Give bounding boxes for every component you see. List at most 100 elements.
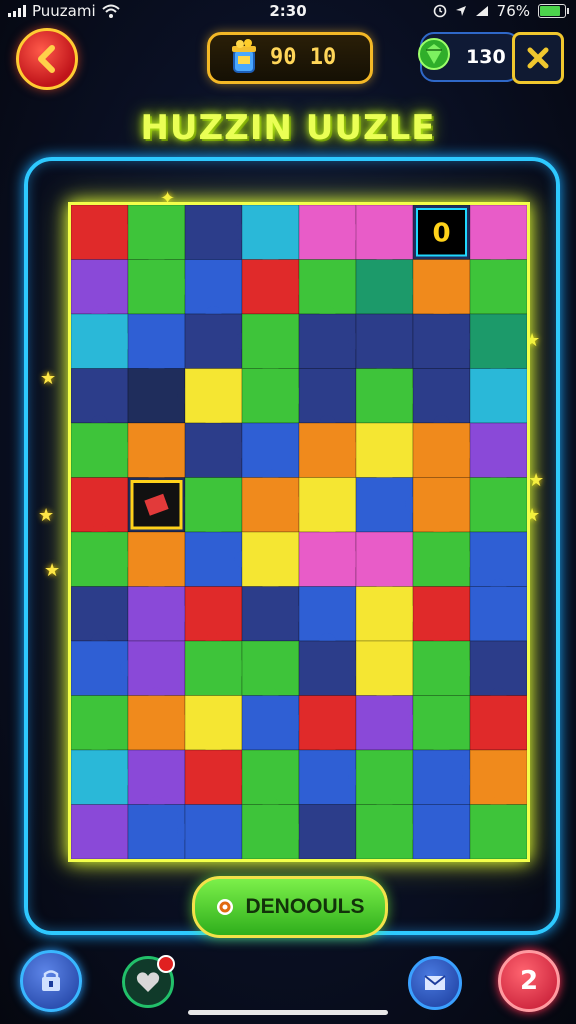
puzzle-piece[interactable] [298, 695, 357, 751]
puzzle-piece[interactable] [127, 313, 186, 369]
puzzle-piece[interactable] [241, 804, 300, 860]
puzzle-piece[interactable] [469, 368, 527, 424]
puzzle-piece[interactable] [412, 695, 471, 751]
puzzle-piece[interactable] [298, 259, 357, 315]
puzzle-piece[interactable] [355, 259, 414, 315]
puzzle-piece[interactable] [241, 640, 300, 696]
lives-button[interactable] [122, 955, 175, 1008]
puzzle-piece[interactable] [184, 477, 243, 533]
puzzle-piece[interactable] [355, 640, 414, 696]
puzzle-piece[interactable] [469, 695, 527, 751]
level-button[interactable]: 2 [498, 950, 560, 1012]
puzzle-piece[interactable] [469, 477, 527, 533]
puzzle-piece[interactable] [127, 531, 186, 587]
puzzle-piece[interactable] [184, 586, 243, 642]
puzzle-piece[interactable] [355, 422, 414, 478]
puzzle-piece[interactable] [412, 313, 471, 369]
puzzle-piece[interactable] [412, 586, 471, 642]
puzzle-piece[interactable] [71, 313, 129, 369]
puzzle-piece[interactable] [127, 586, 186, 642]
puzzle-piece[interactable] [298, 586, 357, 642]
puzzle-piece[interactable] [241, 695, 300, 751]
puzzle-piece[interactable] [298, 640, 357, 696]
puzzle-piece[interactable] [469, 531, 527, 587]
puzzle-piece[interactable] [469, 205, 527, 260]
puzzle-piece[interactable] [355, 586, 414, 642]
puzzle-piece[interactable] [127, 259, 186, 315]
puzzle-piece[interactable] [184, 259, 243, 315]
puzzle-piece[interactable] [241, 313, 300, 369]
puzzle-piece[interactable] [241, 749, 300, 805]
puzzle-piece[interactable] [127, 205, 186, 260]
puzzle-piece[interactable] [412, 749, 471, 805]
demo-button[interactable]: DENOOULS [192, 876, 388, 938]
puzzle-piece[interactable] [127, 749, 186, 805]
puzzle-piece[interactable] [412, 531, 471, 587]
puzzle-piece[interactable] [127, 640, 186, 696]
puzzle-piece[interactable] [355, 313, 414, 369]
puzzle-piece[interactable] [71, 640, 129, 696]
back-button[interactable] [16, 28, 78, 90]
puzzle-piece[interactable] [184, 749, 243, 805]
puzzle-piece[interactable] [412, 422, 471, 478]
puzzle-piece[interactable] [355, 749, 414, 805]
puzzle-grid[interactable]: 0 [71, 205, 527, 859]
puzzle-piece[interactable] [241, 531, 300, 587]
puzzle-piece[interactable] [184, 422, 243, 478]
puzzle-piece[interactable] [71, 259, 129, 315]
puzzle-piece[interactable] [298, 422, 357, 478]
puzzle-piece[interactable] [241, 477, 300, 533]
puzzle-piece[interactable] [412, 477, 471, 533]
puzzle-piece[interactable] [241, 586, 300, 642]
puzzle-piece[interactable] [469, 259, 527, 315]
close-button[interactable] [512, 32, 564, 84]
puzzle-piece[interactable] [355, 695, 414, 751]
puzzle-piece[interactable] [412, 640, 471, 696]
puzzle-piece[interactable] [71, 804, 129, 860]
puzzle-piece[interactable] [469, 804, 527, 860]
puzzle-piece[interactable] [184, 695, 243, 751]
puzzle-piece[interactable] [184, 313, 243, 369]
puzzle-piece[interactable] [298, 313, 357, 369]
puzzle-piece[interactable] [184, 368, 243, 424]
puzzle-piece[interactable] [127, 422, 186, 478]
mail-button[interactable] [408, 956, 462, 1010]
puzzle-piece[interactable] [71, 368, 129, 424]
puzzle-piece[interactable] [298, 531, 357, 587]
puzzle-piece[interactable] [127, 368, 186, 424]
puzzle-piece[interactable] [298, 368, 357, 424]
puzzle-piece[interactable] [298, 205, 357, 260]
puzzle-piece[interactable] [127, 695, 186, 751]
puzzle-piece[interactable] [355, 368, 414, 424]
puzzle-piece[interactable] [355, 531, 414, 587]
puzzle-piece[interactable] [469, 749, 527, 805]
puzzle-piece[interactable] [241, 422, 300, 478]
puzzle-piece[interactable] [469, 422, 527, 478]
puzzle-piece[interactable] [469, 313, 527, 369]
puzzle-piece[interactable] [241, 368, 300, 424]
puzzle-piece[interactable] [184, 205, 243, 260]
puzzle-piece[interactable] [71, 477, 129, 533]
puzzle-piece[interactable] [184, 640, 243, 696]
puzzle-piece[interactable] [127, 804, 186, 860]
puzzle-piece[interactable] [241, 259, 300, 315]
puzzle-piece[interactable] [71, 422, 129, 478]
coin-counter[interactable]: 90 10 [207, 32, 373, 84]
shop-button[interactable] [20, 950, 82, 1012]
puzzle-piece[interactable] [412, 368, 471, 424]
puzzle-piece[interactable] [71, 531, 129, 587]
puzzle-piece[interactable] [412, 804, 471, 860]
puzzle-piece[interactable] [298, 477, 357, 533]
puzzle-piece[interactable] [412, 259, 471, 315]
puzzle-piece[interactable] [298, 749, 357, 805]
puzzle-piece[interactable] [355, 804, 414, 860]
puzzle-board[interactable]: 0 [68, 202, 530, 862]
puzzle-piece[interactable] [71, 749, 129, 805]
puzzle-piece[interactable] [241, 205, 300, 260]
puzzle-piece[interactable] [469, 586, 527, 642]
puzzle-piece[interactable] [184, 804, 243, 860]
puzzle-piece[interactable] [298, 804, 357, 860]
puzzle-piece[interactable] [71, 586, 129, 642]
puzzle-piece[interactable] [71, 695, 129, 751]
puzzle-piece[interactable] [469, 640, 527, 696]
